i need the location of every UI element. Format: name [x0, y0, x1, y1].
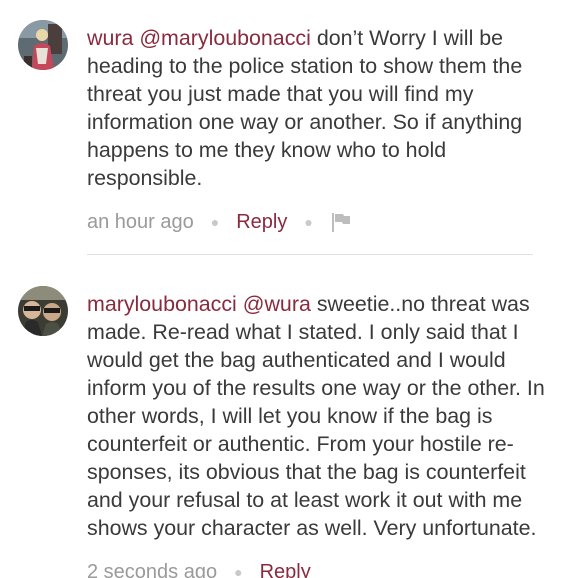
- reply-button[interactable]: Reply: [236, 211, 287, 234]
- comment-text: sweetie..no threat was made. Re-read wha…: [87, 292, 545, 540]
- comment-mention[interactable]: @wura: [243, 292, 311, 316]
- comment-divider: [87, 254, 533, 255]
- avatar[interactable]: [18, 286, 68, 336]
- comment-timestamp[interactable]: 2 seconds ago: [87, 561, 217, 578]
- user-avatar-icon: [18, 20, 68, 70]
- avatar[interactable]: [18, 20, 68, 70]
- comment-text: don’t Worry I will be heading to the pol…: [87, 26, 523, 190]
- comment-body: maryloubonacci @wura sweetie..no threat …: [87, 290, 567, 542]
- reply-button[interactable]: Reply: [260, 561, 311, 578]
- comment-meta: 2 seconds ago ● Reply: [87, 557, 311, 578]
- comment-mention[interactable]: @maryloubonacci: [139, 26, 311, 50]
- comment-author[interactable]: maryloubonacci: [87, 292, 237, 316]
- comment-timestamp[interactable]: an hour ago: [87, 211, 194, 234]
- comment-thread: wura @maryloubonacci don’t Worry I will …: [0, 0, 580, 578]
- meta-separator: ●: [304, 214, 313, 230]
- flag-icon[interactable]: [330, 211, 352, 233]
- comment-author[interactable]: wura: [87, 26, 133, 50]
- comment-body: wura @maryloubonacci don’t Worry I will …: [87, 24, 567, 192]
- user-avatar-icon: [18, 286, 68, 336]
- comment-meta: an hour ago ● Reply ●: [87, 207, 352, 237]
- meta-separator: ●: [234, 564, 243, 578]
- meta-separator: ●: [210, 214, 220, 230]
